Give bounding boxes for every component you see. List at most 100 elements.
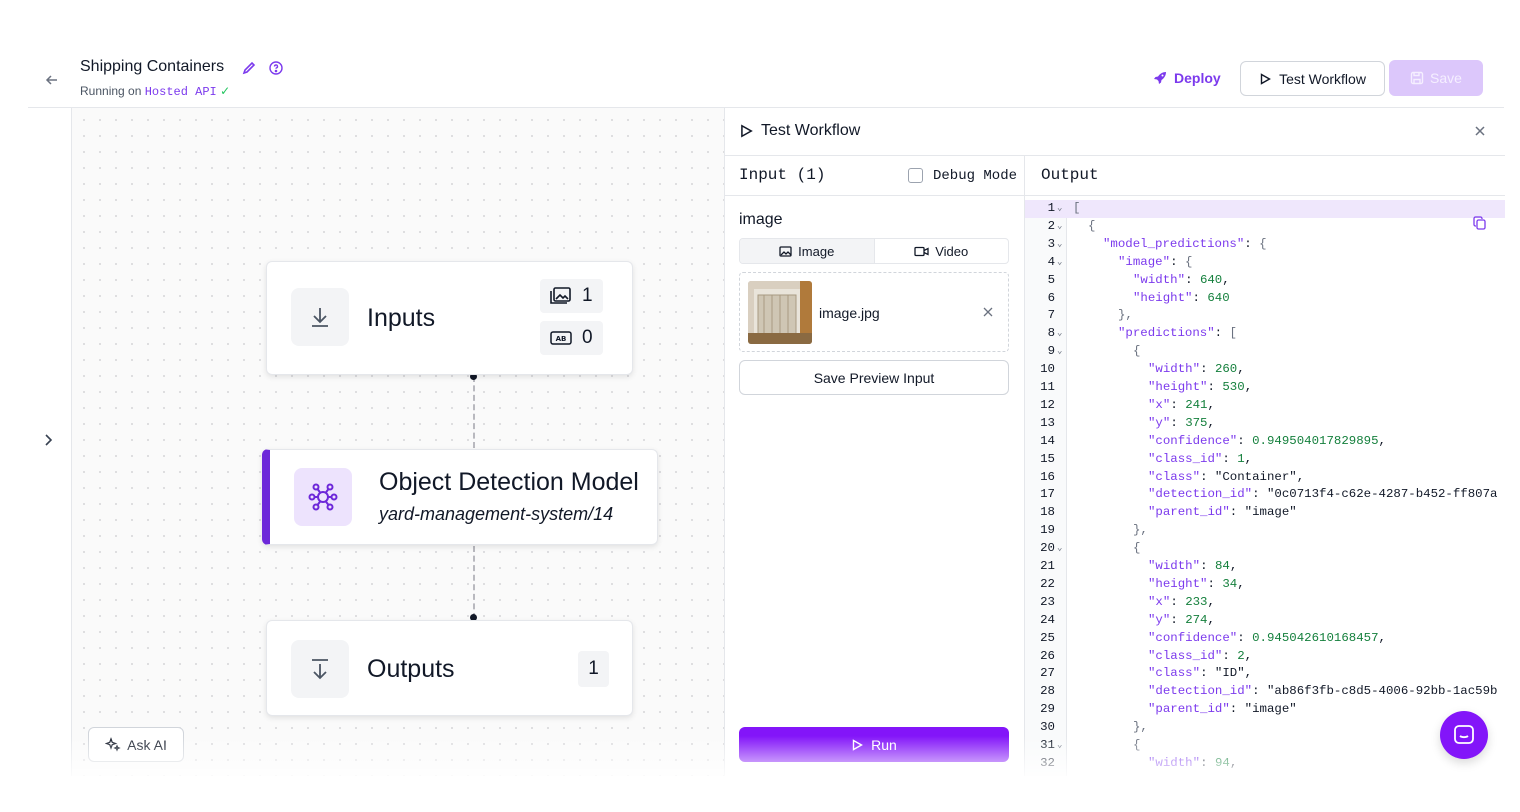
line-number: 19 (1040, 523, 1055, 538)
line-number: 10 (1040, 362, 1055, 377)
code-line: 17 "detection_id": "0c0713f4-c62e-4287-b4… (1025, 486, 1505, 504)
ask-ai-button[interactable]: Ask AI (88, 727, 184, 762)
input-column: Input (1) Debug Mode image Image Video i… (725, 156, 1025, 776)
code-line: 25 "confidence": 0.945042610168457, (1025, 630, 1505, 648)
back-arrow-icon[interactable] (40, 68, 64, 92)
code-text: "height": 530, (1148, 380, 1253, 394)
debug-mode-label[interactable]: Debug Mode (933, 168, 1017, 184)
play-icon (852, 738, 864, 751)
fold-chevron-icon[interactable]: ⌄ (1057, 254, 1062, 272)
code-text: "parent_id": "image" (1148, 702, 1297, 717)
fold-chevron-icon[interactable]: ⌄ (1057, 343, 1062, 361)
save-icon (1410, 71, 1424, 85)
line-number: 13 (1040, 415, 1055, 430)
test-workflow-button[interactable]: Test Workflow (1240, 61, 1385, 96)
input-header: Input (1) Debug Mode (725, 156, 1025, 196)
fold-chevron-icon[interactable]: ⌄ (1057, 236, 1062, 254)
json-output-viewer[interactable]: 1 ⌄[2 ⌄{3 ⌄ "model_predictions": {4 ⌄ "image":… (1025, 200, 1505, 776)
code-text: "detection_id": "0c0713f4-c62e-4287-b452… (1148, 487, 1498, 502)
fold-chevron-icon[interactable]: ⌄ (1057, 737, 1062, 755)
code-line: 31 ⌄ { (1025, 737, 1505, 755)
image-tab[interactable]: Image (740, 239, 875, 263)
text-ab-icon: AB (550, 331, 572, 345)
inputs-node[interactable]: Inputs 1 AB 0 (266, 261, 633, 375)
chat-support-button[interactable] (1440, 711, 1488, 759)
line-number: 28 (1040, 684, 1055, 699)
fold-chevron-icon[interactable]: ⌄ (1057, 218, 1062, 236)
play-icon (741, 124, 753, 138)
code-line: 26 "class_id": 2, (1025, 648, 1505, 666)
code-text: { (1133, 344, 1141, 359)
media-type-toggle: Image Video (739, 238, 1009, 264)
code-line: 15 "class_id": 1, (1025, 451, 1505, 469)
image-count-value: 1 (582, 285, 593, 306)
line-number: 16 (1040, 469, 1055, 484)
line-number: 30 (1040, 720, 1055, 735)
chevron-right-icon[interactable] (40, 432, 58, 450)
rocket-icon (1154, 72, 1166, 84)
video-tab-label: Video (935, 243, 969, 259)
model-title: Object Detection Model (379, 468, 639, 496)
edge-inputs-model (473, 376, 475, 448)
code-line: 21 "width": 84, (1025, 558, 1505, 576)
line-number: 24 (1040, 612, 1055, 627)
line-number: 29 (1040, 702, 1055, 717)
code-text: { (1133, 541, 1141, 556)
code-line: 13 "y": 375, (1025, 415, 1505, 433)
code-line: 18 "parent_id": "image" (1025, 504, 1505, 522)
code-text: "width": 84, (1148, 559, 1238, 573)
code-text: }, (1133, 720, 1148, 735)
close-icon[interactable] (1473, 124, 1489, 140)
host-link[interactable]: Hosted API (145, 85, 217, 99)
fold-chevron-icon[interactable]: ⌄ (1057, 200, 1062, 218)
code-text: "x": 241, (1148, 397, 1215, 412)
workflow-title: Shipping Containers (80, 58, 225, 75)
deploy-button[interactable]: Deploy (1142, 62, 1231, 94)
deploy-label: Deploy (1174, 70, 1221, 86)
remove-file-icon[interactable] (982, 305, 996, 319)
line-number: 1 (1047, 201, 1055, 215)
fold-chevron-icon[interactable]: ⌄ (1057, 540, 1062, 558)
code-line: 2 ⌄ { (1025, 218, 1505, 236)
code-line: 30}, (1025, 719, 1505, 737)
save-button[interactable]: Save (1389, 60, 1483, 96)
code-text: }, (1118, 308, 1133, 323)
debug-mode-checkbox[interactable] (908, 168, 923, 183)
chat-icon (1454, 725, 1474, 744)
code-text: "height": 640 (1133, 290, 1230, 305)
run-button[interactable]: Run (739, 727, 1009, 762)
file-name: image.jpg (819, 305, 880, 321)
output-count: 1 (578, 651, 609, 687)
code-text: [ (1073, 201, 1081, 215)
line-number: 7 (1047, 308, 1055, 323)
output-arrow-icon (291, 640, 349, 698)
text-count-value: 0 (582, 327, 593, 348)
outputs-node[interactable]: Outputs 1 (266, 620, 633, 716)
fold-chevron-icon[interactable]: ⌄ (1057, 325, 1062, 343)
code-line: 22 "height": 34, (1025, 576, 1505, 594)
file-dropzone[interactable]: image.jpg (739, 272, 1009, 352)
text-input-count: AB 0 (540, 321, 603, 355)
line-number: 9 (1047, 344, 1055, 359)
test-workflow-label: Test Workflow (1279, 70, 1366, 87)
copy-icon[interactable] (1473, 216, 1489, 232)
line-number: 6 (1047, 290, 1055, 305)
save-preview-input-button[interactable]: Save Preview Input (739, 360, 1009, 395)
code-line: 28 "detection_id": "ab86f3fb-c8d5-4006-92… (1025, 683, 1505, 701)
line-number: 20 (1040, 541, 1055, 556)
workflow-canvas[interactable]: Inputs 1 AB 0 Object Detection Model yar… (72, 108, 724, 776)
code-text: "width": 94, (1148, 755, 1238, 770)
object-detection-node[interactable]: Object Detection Model yard-management-s… (262, 449, 658, 545)
video-tab[interactable]: Video (875, 239, 1009, 263)
image-icon (779, 245, 792, 257)
code-text: "detection_id": "ab86f3fb-c8d5-4006-92bb… (1148, 684, 1498, 699)
help-icon[interactable] (268, 60, 286, 78)
code-text: "confidence": 0.945042610168457, (1148, 630, 1386, 645)
code-text: "width": 260, (1148, 362, 1245, 377)
pencil-icon[interactable] (241, 60, 259, 78)
play-icon (1260, 72, 1271, 85)
line-number: 2 (1047, 218, 1055, 233)
inputs-title: Inputs (367, 304, 436, 332)
line-number: 22 (1040, 576, 1055, 591)
code-line: 19}, (1025, 522, 1505, 540)
